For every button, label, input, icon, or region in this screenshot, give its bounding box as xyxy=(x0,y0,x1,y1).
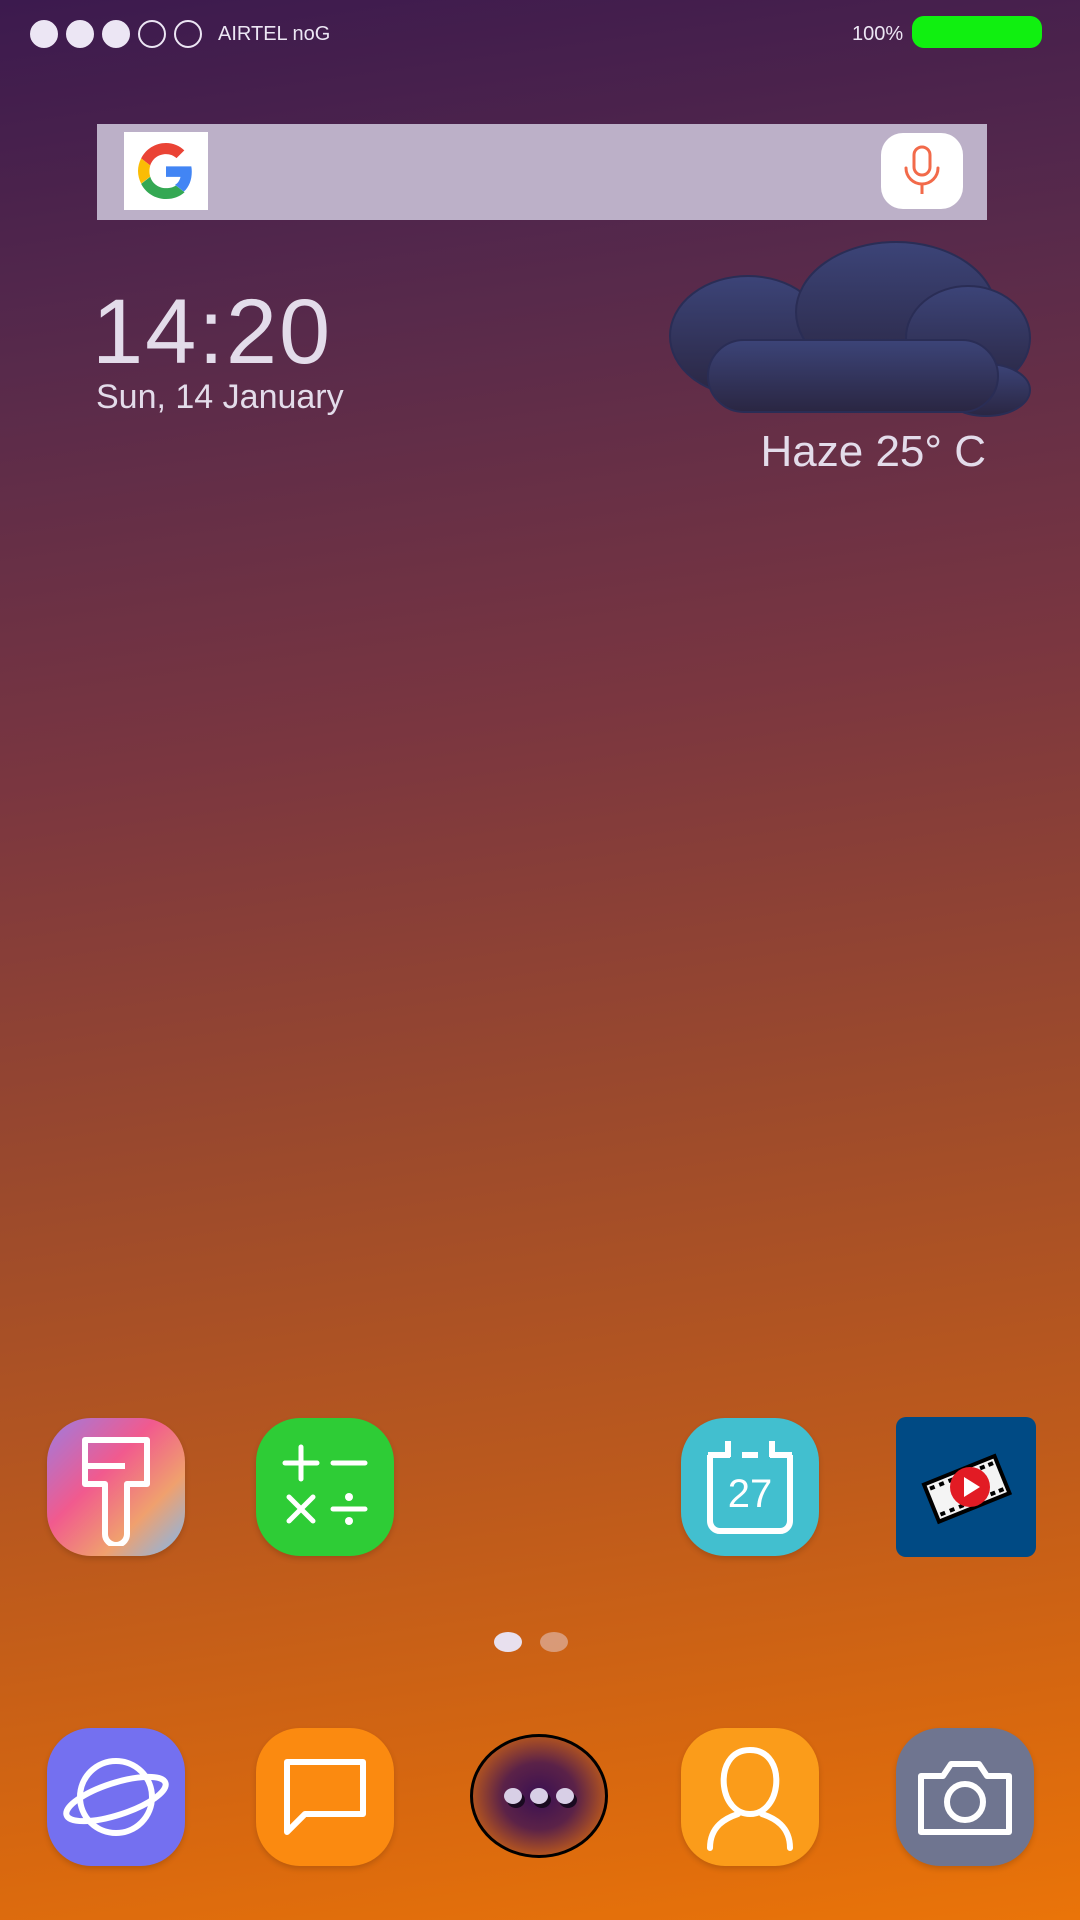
calendar-app[interactable]: 27 xyxy=(681,1418,819,1556)
signal-dot xyxy=(138,20,166,48)
messages-app[interactable] xyxy=(256,1728,394,1866)
camera-icon xyxy=(918,1761,1012,1835)
page-dot xyxy=(540,1632,568,1652)
signal-dot xyxy=(174,20,202,48)
apps-dot xyxy=(504,1788,522,1804)
cloud-icon[interactable] xyxy=(668,240,1034,426)
battery-icon xyxy=(912,16,1042,48)
messages-icon xyxy=(284,1759,366,1835)
battery-percent: 100% xyxy=(852,23,904,45)
clock-date[interactable]: Sun, 14 January xyxy=(96,375,344,419)
theme-store-app[interactable] xyxy=(47,1418,185,1556)
carrier-name: AIRTEL noG xyxy=(218,23,331,45)
contacts-app[interactable] xyxy=(681,1728,819,1866)
apps-dot xyxy=(556,1788,574,1804)
video-player-app[interactable] xyxy=(896,1417,1036,1557)
microphone-icon xyxy=(904,145,940,194)
page-dot-active xyxy=(494,1632,522,1652)
calculator-icon xyxy=(282,1444,368,1525)
voice-search-button[interactable] xyxy=(881,133,963,209)
internet-browser-app[interactable] xyxy=(47,1728,185,1866)
signal-dot xyxy=(66,20,94,48)
calculator-app[interactable] xyxy=(256,1418,394,1556)
signal-dot xyxy=(30,20,58,48)
signal-dot xyxy=(102,20,130,48)
camera-app[interactable] xyxy=(896,1728,1034,1866)
battery-level-fill xyxy=(912,16,1042,48)
apps-drawer-button[interactable] xyxy=(470,1734,608,1858)
weather-condition[interactable]: Haze 25° C xyxy=(761,426,986,478)
calendar-icon: 27 xyxy=(707,1441,793,1534)
video-play-icon xyxy=(921,1453,1013,1525)
internet-planet-icon xyxy=(63,1758,169,1836)
page-indicator xyxy=(494,1632,568,1652)
google-search-bar[interactable] xyxy=(97,124,987,220)
theme-brush-icon xyxy=(82,1437,150,1546)
status-bar: AIRTEL noG 100% xyxy=(0,0,1080,66)
contacts-icon xyxy=(707,1746,793,1851)
google-g-icon[interactable] xyxy=(124,132,208,210)
clock-time[interactable]: 14:20 xyxy=(92,282,332,382)
calendar-day: 27 xyxy=(728,1472,773,1516)
apps-dot xyxy=(530,1788,548,1804)
signal-strength-icon xyxy=(30,20,202,48)
